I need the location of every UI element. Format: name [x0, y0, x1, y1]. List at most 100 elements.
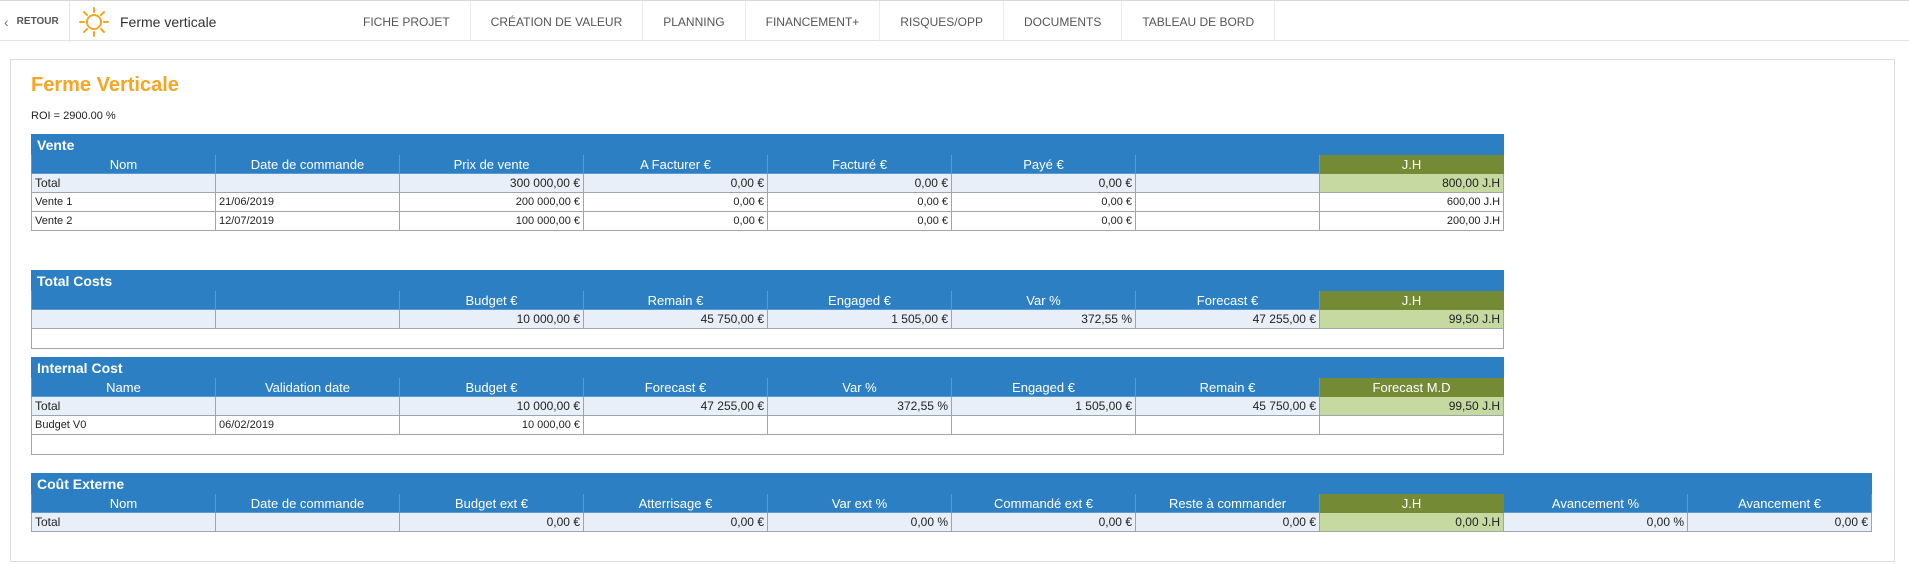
column-header: Date de commande	[215, 493, 400, 513]
table-cell[interactable]	[1135, 192, 1320, 212]
column-header: Nom	[31, 493, 216, 513]
blank-row	[30, 434, 1505, 455]
table-cell[interactable]: 100 000,00 €	[399, 211, 584, 231]
table-cell: 0,00 €	[399, 512, 584, 532]
cout-externe-column-headers: Nom Date de commande Budget ext € Atterr…	[31, 493, 1873, 513]
table-cell[interactable]: 21/06/2019	[215, 192, 400, 212]
tab-fiche-projet[interactable]: FICHE PROJET	[344, 1, 471, 42]
column-header: Remain €	[583, 290, 768, 310]
table-cell[interactable]: 0,00 €	[951, 211, 1136, 231]
blank-cell	[30, 328, 1505, 349]
chevron-left-icon: ‹	[4, 13, 9, 30]
table-cell: 47 255,00 €	[583, 396, 768, 416]
blank-cell	[30, 434, 1505, 455]
project-name: Ferme verticale	[120, 13, 217, 30]
column-header	[1135, 154, 1320, 174]
table-cell[interactable]: 0,00 €	[767, 192, 952, 212]
cout-externe-total-row: Total 0,00 € 0,00 € 0,00 % 0,00 € 0,00 €…	[31, 512, 1873, 532]
vente-title: Vente	[30, 134, 1505, 155]
top-bar: ‹ RETOUR Ferme verticale FICHE PROJET CR…	[0, 0, 1909, 42]
column-header: Payé €	[951, 154, 1136, 174]
table-cell: 372,55 %	[951, 309, 1136, 329]
table-cell: 0,00 %	[1503, 512, 1688, 532]
table-cell: 0,00 €	[1135, 512, 1320, 532]
column-header: Budget €	[399, 377, 584, 397]
table-cell: Total	[31, 512, 216, 532]
table-cell: Total	[31, 396, 216, 416]
column-header: J.H	[1318, 290, 1505, 310]
table-cell	[215, 309, 400, 329]
table-cell: 0,00 J.H	[1319, 512, 1504, 532]
table-cell[interactable]: 12/07/2019	[215, 211, 400, 231]
table-cell[interactable]: 0,00 €	[583, 192, 768, 212]
column-header: Forecast M.D	[1318, 377, 1505, 397]
table-cell[interactable]: Vente 1	[31, 192, 216, 212]
tab-creation-de-valeur[interactable]: CRÉATION DE VALEUR	[471, 1, 644, 42]
table-cell[interactable]: 0,00 €	[951, 192, 1136, 212]
table-cell: 300 000,00 €	[399, 173, 584, 193]
table-cell	[215, 173, 400, 193]
table-cell: 0,00 €	[1686, 512, 1873, 532]
column-header: Validation date	[215, 377, 400, 397]
table-row[interactable]: Vente 1 21/06/2019 200 000,00 € 0,00 € 0…	[31, 192, 1505, 212]
table-cell[interactable]	[951, 415, 1136, 435]
internal-cost-total-row: Total 10 000,00 € 47 255,00 € 372,55 % 1…	[31, 396, 1505, 416]
tab-planning[interactable]: PLANNING	[643, 1, 746, 42]
table-cell[interactable]: 200,00 J.H	[1318, 211, 1505, 231]
column-header: J.H	[1319, 493, 1504, 513]
table-cell[interactable]	[767, 415, 952, 435]
table-cell[interactable]	[583, 415, 768, 435]
table-cell[interactable]	[1318, 415, 1505, 435]
tab-risques-opp[interactable]: RISQUES/OPP	[880, 1, 1004, 42]
table-cell[interactable]: 200 000,00 €	[399, 192, 584, 212]
table-cell[interactable]: Vente 2	[31, 211, 216, 231]
table-row[interactable]: Budget V0 06/02/2019 10 000,00 €	[31, 415, 1505, 435]
table-cell[interactable]: Budget V0	[31, 415, 216, 435]
column-header: Forecast €	[1135, 290, 1320, 310]
table-cell: 1 505,00 €	[767, 309, 952, 329]
column-header: Commandé ext €	[951, 493, 1136, 513]
tab-documents[interactable]: DOCUMENTS	[1004, 1, 1123, 42]
tab-financement[interactable]: FINANCEMENT+	[746, 1, 881, 42]
table-cell: 0,00 €	[767, 173, 952, 193]
table-cell[interactable]: 06/02/2019	[215, 415, 400, 435]
cout-externe-section-header: Coût Externe	[30, 473, 1873, 494]
table-cell: 1 505,00 €	[951, 396, 1136, 416]
table-cell: 800,00 J.H	[1318, 173, 1505, 193]
column-header: Avancement %	[1503, 493, 1688, 513]
blank-row	[30, 328, 1505, 349]
table-cell: 372,55 %	[767, 396, 952, 416]
total-costs-section-header: Total Costs	[30, 270, 1505, 291]
column-header: Facturé €	[767, 154, 952, 174]
table-cell[interactable]: 600,00 J.H	[1318, 192, 1505, 212]
internal-cost-column-headers: Name Validation date Budget € Forecast €…	[31, 377, 1505, 397]
table-cell: 10 000,00 €	[399, 396, 584, 416]
table-cell[interactable]: 0,00 €	[767, 211, 952, 231]
table-cell: 45 750,00 €	[583, 309, 768, 329]
column-header	[215, 290, 400, 310]
table-cell[interactable]	[1135, 211, 1320, 231]
column-header: Var %	[951, 290, 1136, 310]
total-costs-column-headers: Budget € Remain € Engaged € Var % Foreca…	[31, 290, 1505, 310]
column-header: Avancement €	[1686, 493, 1873, 513]
table-cell	[1135, 173, 1320, 193]
column-header: Var %	[767, 377, 952, 397]
table-cell[interactable]: 0,00 €	[583, 211, 768, 231]
total-costs-title: Total Costs	[30, 270, 1505, 291]
column-header	[31, 290, 216, 310]
back-button[interactable]: ‹ RETOUR	[0, 1, 70, 42]
column-header: Engaged €	[767, 290, 952, 310]
table-cell[interactable]	[1135, 415, 1320, 435]
content-panel: Ferme Verticale ROI = 2900.00 % Vente No…	[10, 59, 1895, 562]
tab-tableau-de-bord[interactable]: TABLEAU DE BORD	[1122, 1, 1276, 42]
table-cell: 45 750,00 €	[1135, 396, 1320, 416]
internal-cost-section-header: Internal Cost	[30, 357, 1505, 378]
table-cell	[215, 512, 400, 532]
table-row[interactable]: Vente 2 12/07/2019 100 000,00 € 0,00 € 0…	[31, 211, 1505, 231]
vente-section-header: Vente	[30, 134, 1505, 155]
column-header: Budget €	[399, 290, 584, 310]
column-header: Nom	[31, 154, 216, 174]
project-brand: Ferme verticale	[78, 1, 216, 42]
table-cell[interactable]: 10 000,00 €	[399, 415, 584, 435]
cout-externe-title: Coût Externe	[30, 473, 1873, 494]
